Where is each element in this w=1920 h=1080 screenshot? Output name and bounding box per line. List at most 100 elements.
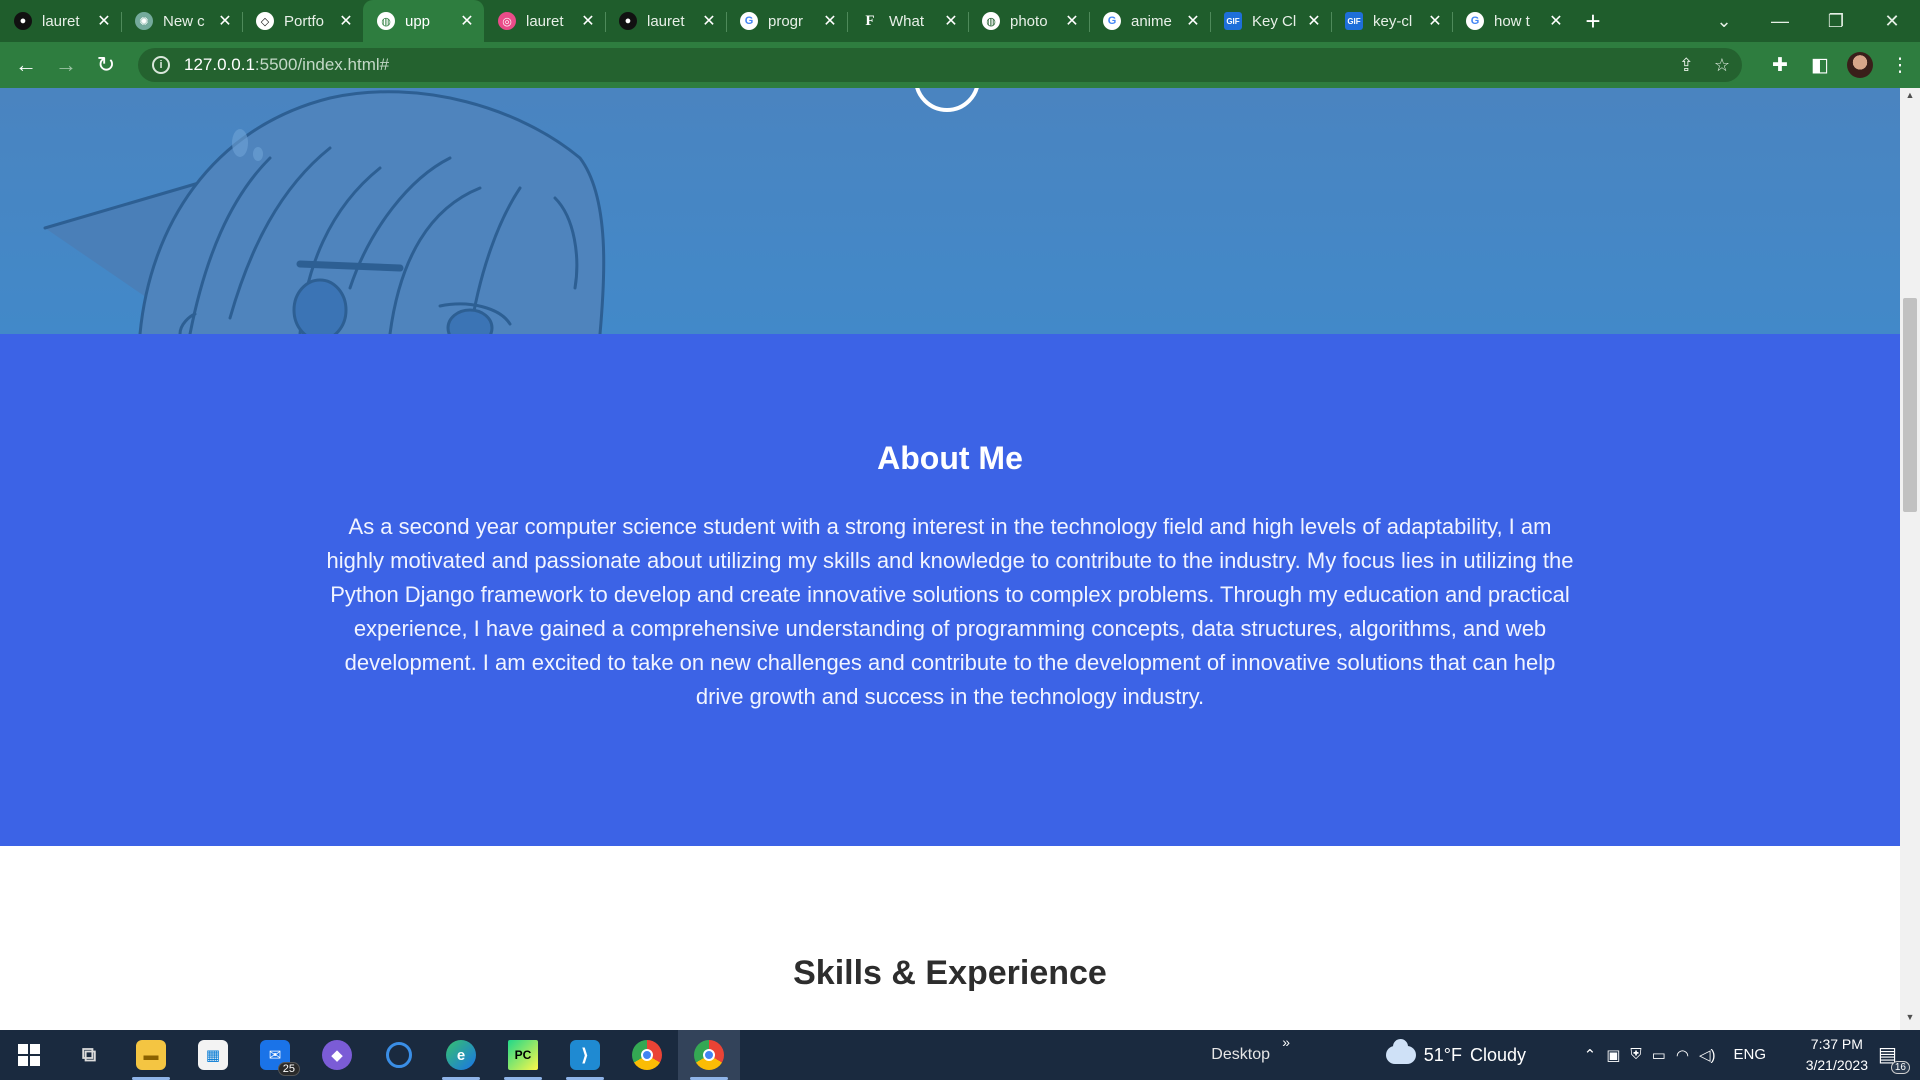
codepen-icon: ◇ [256,12,274,30]
vscode-button[interactable]: ⟩ [554,1030,616,1080]
menu-kebab-icon[interactable]: ⋮ [1880,54,1920,77]
tab-title: Key Cl [1252,12,1297,30]
microsoft-store-button[interactable]: ▦ [182,1030,244,1080]
task-view-icon: ⧉ [81,1043,97,1066]
gif-icon: GIF [1224,12,1242,30]
cortana-button[interactable] [368,1030,430,1080]
page-scrollbar[interactable]: ▲ ▼ [1900,88,1920,1030]
battery-icon[interactable]: ▭ [1652,1046,1666,1064]
scrollbar-thumb[interactable] [1903,298,1917,512]
language-indicator[interactable]: ENG [1733,1046,1766,1064]
extensions-icon[interactable]: ✚ [1760,54,1800,77]
skills-heading: Skills & Experience [793,954,1107,992]
notification-count: 16 [1890,1061,1910,1074]
new-tab-button[interactable]: + [1573,0,1613,42]
clipchamp-button[interactable]: ◆ [306,1030,368,1080]
tab-title: anime [1131,12,1172,30]
tabs: ● lauret ✕ ✺ New c ✕ ◇ Portfo ✕ ◍ upp ✕ … [0,0,1573,42]
tab-title: key-cl [1373,12,1413,30]
restore-button[interactable]: ❐ [1808,11,1864,32]
close-icon[interactable]: ✕ [458,11,476,31]
close-icon[interactable]: ✕ [1184,11,1202,31]
tab-photo[interactable]: ◍ photo ✕ [968,0,1089,42]
start-button[interactable] [0,1030,58,1080]
tab-new-chat[interactable]: ✺ New c ✕ [121,0,242,42]
mail-button[interactable]: ✉ 25 [244,1030,306,1080]
tab-strip: ● lauret ✕ ✺ New c ✕ ◇ Portfo ✕ ◍ upp ✕ … [0,0,1920,42]
tab-key-cl[interactable]: GIF Key Cl ✕ [1210,0,1331,42]
chevron-up-icon[interactable]: ⌃ [1584,1046,1597,1064]
url-text[interactable]: 127.0.0.1:5500/index.html# [184,55,389,75]
close-icon[interactable]: ✕ [942,11,960,31]
windows-taskbar: ⧉ ▬ ▦ ✉ 25 ◆ e PC ⟩ Desktop » 51°F Cloud… [0,1030,1920,1080]
about-text: As a second year computer science studen… [326,514,1574,709]
reload-button[interactable]: ↻ [86,45,126,85]
tab-title: What [889,12,925,30]
close-window-button[interactable]: ✕ [1864,11,1920,32]
chrome-profile-button[interactable] [678,1030,740,1080]
tab-google-anime[interactable]: G anime ✕ [1089,0,1210,42]
tab-what[interactable]: F What ✕ [847,0,968,42]
url-path: :5500/index.html# [254,55,390,74]
notification-center-button[interactable]: ▤ 16 [1878,1042,1910,1074]
pycharm-icon: PC [508,1040,538,1070]
minimize-button[interactable]: — [1752,11,1808,32]
volume-icon[interactable]: ◁) [1699,1046,1716,1064]
close-icon[interactable]: ✕ [337,11,355,31]
tab-key-cl-2[interactable]: GIF key-cl ✕ [1331,0,1452,42]
close-icon[interactable]: ✕ [1426,11,1444,31]
close-icon[interactable]: ✕ [95,11,113,31]
toolbar-chevron-icon[interactable]: » [1282,1034,1290,1050]
window-controls: ⌄ — ❐ ✕ [1696,0,1920,42]
address-bar[interactable]: i 127.0.0.1:5500/index.html# ⇪ ☆ [138,48,1742,82]
google-icon: G [740,12,758,30]
chrome-button[interactable] [616,1030,678,1080]
tab-dribbble-lauret[interactable]: ◎ lauret ✕ [484,0,605,42]
share-icon[interactable]: ⇪ [1679,55,1694,76]
anime-character-illustration [43,90,606,334]
close-icon[interactable]: ✕ [216,11,234,31]
close-icon[interactable]: ✕ [1305,11,1323,31]
tab-title: lauret [526,12,564,30]
close-icon[interactable]: ✕ [700,11,718,31]
close-icon[interactable]: ✕ [1547,11,1565,31]
bookmark-star-icon[interactable]: ☆ [1714,55,1730,76]
forward-button[interactable]: → [46,45,86,85]
meet-icon[interactable]: ▣ [1606,1046,1620,1064]
side-panel-icon[interactable]: ◧ [1800,54,1840,77]
pycharm-button[interactable]: PC [492,1030,554,1080]
site-info-icon[interactable]: i [152,56,170,74]
task-view-button[interactable]: ⧉ [58,1030,120,1080]
tab-github-lauret-2[interactable]: ● lauret ✕ [605,0,726,42]
back-button[interactable]: ← [6,45,46,85]
profile-avatar[interactable] [1847,52,1873,78]
weather-temp: 51°F [1423,1044,1462,1065]
clock[interactable]: 7:37 PM 3/21/2023 [1806,1034,1868,1076]
tab-github-lauret[interactable]: ● lauret ✕ [0,0,121,42]
scroll-down-arrow[interactable]: ▼ [1900,1012,1920,1028]
tab-search-icon[interactable]: ⌄ [1696,11,1752,32]
mail-badge: 25 [277,1062,300,1076]
close-icon[interactable]: ✕ [1063,11,1081,31]
clipchamp-icon: ◆ [322,1040,352,1070]
file-explorer-icon: ▬ [136,1040,166,1070]
tab-upp[interactable]: ◍ upp ✕ [363,0,484,42]
weather-condition: Cloudy [1469,1044,1526,1065]
close-icon[interactable]: ✕ [579,11,597,31]
wifi-icon[interactable]: ◠ [1676,1046,1689,1064]
scroll-up-arrow[interactable]: ▲ [1900,90,1920,106]
weather-widget[interactable]: 51°F Cloudy [1385,1039,1526,1066]
tab-google-how-to[interactable]: G how t ✕ [1452,0,1573,42]
edge-button[interactable]: e [430,1030,492,1080]
skills-section: Skills & Experience [0,846,1900,1030]
tab-title: lauret [42,12,80,30]
tab-portfolio[interactable]: ◇ Portfo ✕ [242,0,363,42]
cortana-icon [386,1042,412,1068]
about-section: About Me As a second year computer scien… [0,334,1900,846]
clock-date: 3/21/2023 [1805,1057,1868,1073]
file-explorer-button[interactable]: ▬ [120,1030,182,1080]
defender-icon[interactable]: ⛨ [1630,1046,1641,1064]
close-icon[interactable]: ✕ [821,11,839,31]
tab-google-progr[interactable]: G progr ✕ [726,0,847,42]
desktop-toolbar-label[interactable]: Desktop [1211,1046,1270,1064]
